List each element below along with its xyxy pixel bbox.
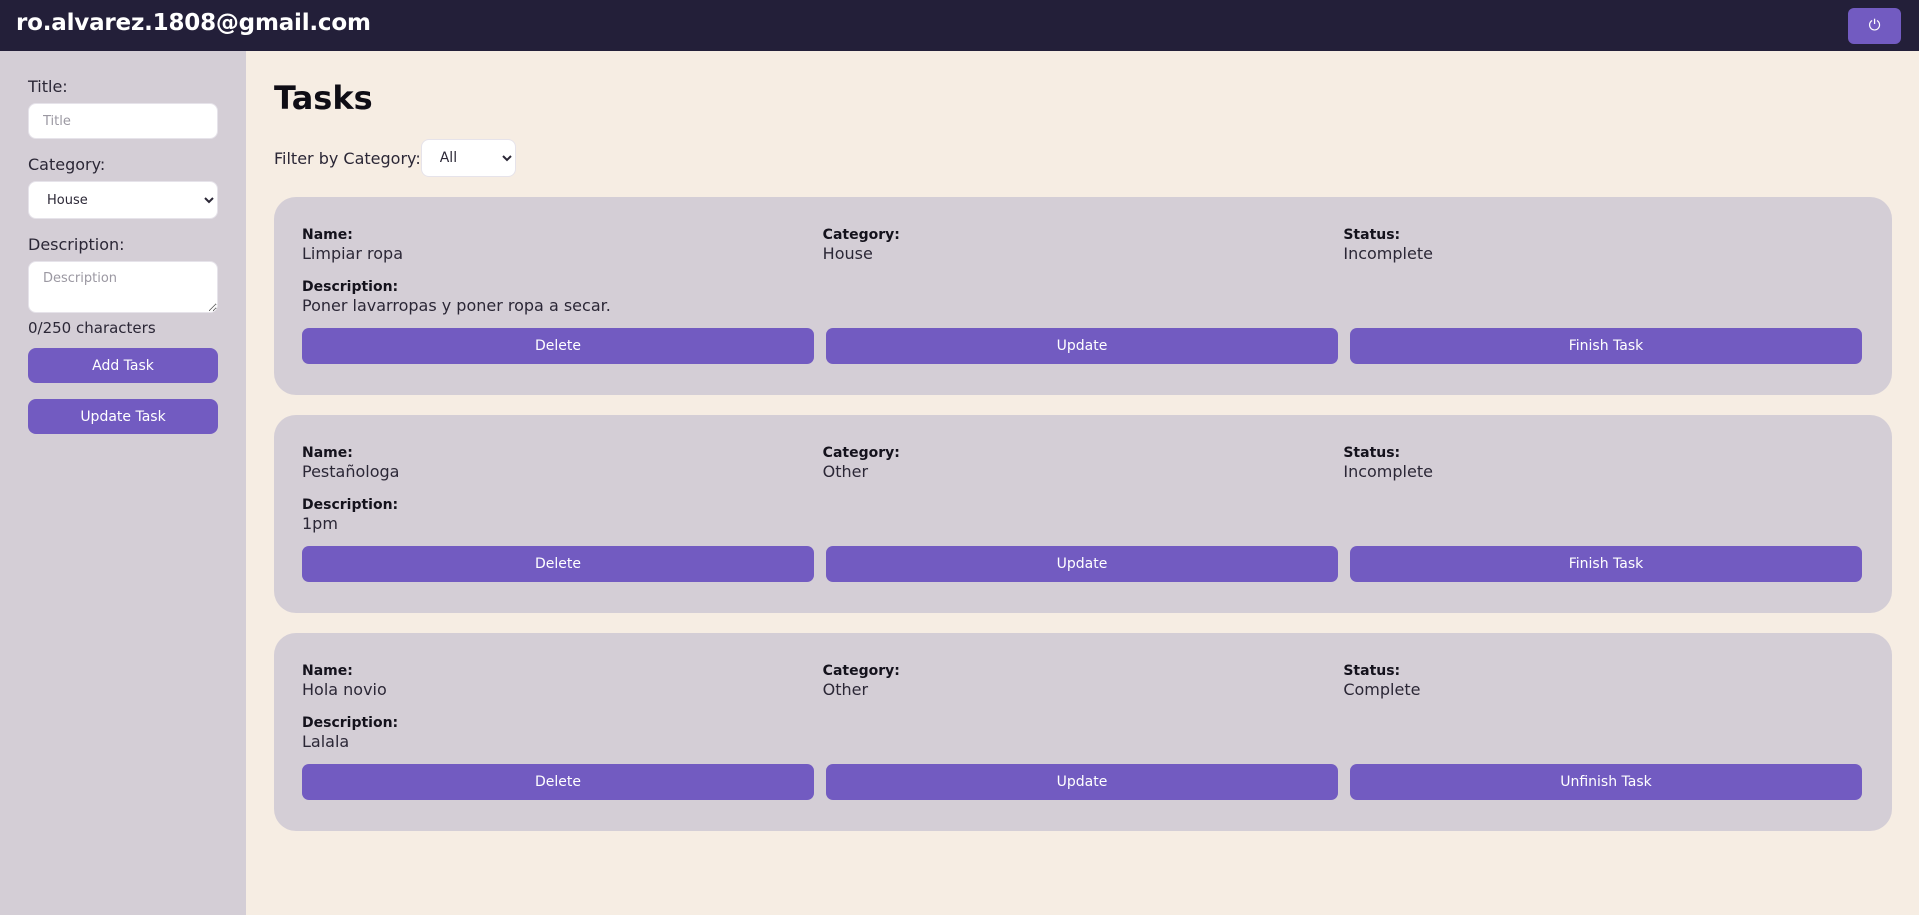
category-select[interactable]: House [28,181,218,219]
delete-button[interactable]: Delete [302,546,814,582]
name-label: Name: [302,663,353,679]
task-name: Pestañologa [302,462,400,481]
category-filter: Filter by Category: All [274,139,1891,177]
user-email: ro.alvarez.1808@gmail.com [16,9,371,36]
description-label: Description: [28,235,125,254]
status-label: Status: [1343,445,1401,461]
top-bar: ro.alvarez.1808@gmail.com ⏻ [0,0,1919,51]
task-category: Other [822,680,869,699]
task-category: Other [822,462,869,481]
update-task-button[interactable]: Update Task [28,399,218,434]
delete-button[interactable]: Delete [302,328,814,364]
title-label: Title: [28,77,68,96]
task-category: House [822,244,873,263]
task-card: Name: Hola novio Category: Other Status:… [274,633,1892,831]
status-label: Status: [1343,663,1401,679]
add-task-button[interactable]: Add Task [28,348,218,383]
finish-task-button[interactable]: Finish Task [1350,328,1862,364]
task-form-sidebar: Title: Category: House Description: 0/25… [0,51,246,915]
task-status: Complete [1343,680,1421,699]
update-button[interactable]: Update [826,328,1338,364]
unfinish-task-button[interactable]: Unfinish Task [1350,764,1862,800]
description-label: Description: [302,715,399,731]
power-icon: ⏻ [1868,17,1881,34]
task-card: Name: Limpiar ropa Category: House Statu… [274,197,1892,395]
task-description: Lalala [302,732,350,751]
filter-label: Filter by Category: [274,148,421,168]
description-input[interactable] [28,261,218,313]
task-name: Limpiar ropa [302,244,403,263]
category-label: Category: [822,445,900,461]
task-description: Poner lavarropas y poner ropa a secar. [302,296,611,315]
description-label: Description: [302,497,399,513]
update-button[interactable]: Update [826,764,1338,800]
update-button[interactable]: Update [826,546,1338,582]
category-label: Category: [822,227,900,243]
logout-button[interactable]: ⏻ [1848,7,1901,44]
name-label: Name: [302,445,353,461]
task-status: Incomplete [1343,244,1433,263]
category-label: Category: [822,663,900,679]
page-title: Tasks [274,79,373,117]
category-label: Category: [28,155,106,174]
status-label: Status: [1343,227,1401,243]
finish-task-button[interactable]: Finish Task [1350,546,1862,582]
delete-button[interactable]: Delete [302,764,814,800]
filter-select[interactable]: All [420,139,516,177]
task-card: Name: Pestañologa Category: Other Status… [274,415,1892,613]
description-label: Description: [302,279,399,295]
name-label: Name: [302,227,353,243]
task-name: Hola novio [302,680,387,699]
task-status: Incomplete [1343,462,1433,481]
tasks-main: Tasks Filter by Category: All Name: Limp… [246,51,1919,915]
title-input[interactable] [28,103,218,139]
task-description: 1pm [302,514,338,533]
character-counter: 0/250 characters [28,319,156,337]
